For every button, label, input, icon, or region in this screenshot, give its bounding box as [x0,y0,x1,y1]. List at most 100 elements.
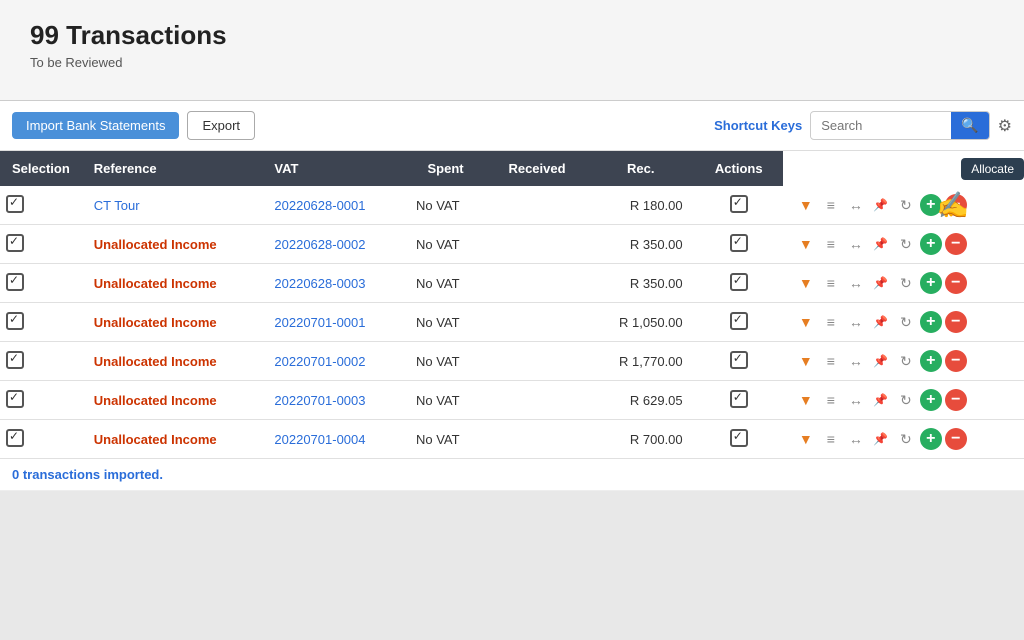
refresh-icon[interactable]: ↻ [895,350,917,372]
rec-checkbox[interactable] [730,273,748,291]
add-button[interactable]: + [920,350,942,372]
arrow-expand-icon[interactable]: ↔ [845,194,867,216]
row-checkbox[interactable] [6,312,24,330]
col-spent: Spent [404,151,487,186]
refresh-icon[interactable]: ↻ [895,194,917,216]
remove-button[interactable]: − [945,428,967,450]
chevron-down-icon[interactable]: ▼ [795,389,817,411]
refresh-icon[interactable]: ↻ [895,389,917,411]
action-buttons: ▼≡↔📌↻+− [795,272,1012,294]
paperclip-icon[interactable]: 📌 [870,428,892,450]
search-input[interactable] [811,113,951,138]
list-icon[interactable]: ≡ [820,389,842,411]
page-title: 99 Transactions [30,20,994,51]
rec-checkbox[interactable] [730,429,748,447]
transaction-reference[interactable]: 20220701-0002 [262,342,404,381]
paperclip-icon[interactable]: 📌 [870,311,892,333]
table-row: Unallocated Income20220701-0004No VATR 7… [0,420,1024,459]
transaction-reference[interactable]: 20220628-0003 [262,264,404,303]
transaction-reference[interactable]: 20220628-0001 [262,186,404,225]
table-row: Unallocated Income20220628-0002No VATR 3… [0,225,1024,264]
arrow-expand-icon[interactable]: ↔ [845,233,867,255]
paperclip-icon[interactable]: 📌 [870,389,892,411]
gear-icon[interactable]: ⚙ [998,116,1012,136]
transaction-label[interactable]: Unallocated Income [82,264,263,303]
transaction-label[interactable]: Unallocated Income [82,381,263,420]
remove-button[interactable]: − [945,350,967,372]
actions-cell: ▼≡↔📌↻+− [783,342,1024,381]
table-row: Unallocated Income20220628-0003No VATR 3… [0,264,1024,303]
add-button[interactable]: + [920,428,942,450]
paperclip-icon[interactable]: 📌 [870,272,892,294]
refresh-icon[interactable]: ↻ [895,272,917,294]
table-row: Unallocated Income20220701-0001No VATR 1… [0,303,1024,342]
paperclip-icon[interactable]: 📌 [870,194,892,216]
transaction-spent [487,381,587,420]
remove-button[interactable]: − [945,311,967,333]
chevron-down-icon[interactable]: ▼ [795,194,817,216]
transaction-label[interactable]: Unallocated Income [82,225,263,264]
remove-button[interactable]: − [945,389,967,411]
transactions-table: Selection Reference VAT Spent Received R… [0,151,1024,459]
rec-checkbox[interactable] [730,390,748,408]
row-checkbox[interactable] [6,429,24,447]
paperclip-icon[interactable]: 📌 [870,350,892,372]
rec-checkbox[interactable] [730,351,748,369]
transaction-label[interactable]: CT Tour [82,186,263,225]
import-bank-statements-button[interactable]: Import Bank Statements [12,112,179,139]
list-icon[interactable]: ≡ [820,272,842,294]
transaction-reference[interactable]: 20220628-0002 [262,225,404,264]
add-button[interactable]: + [920,272,942,294]
rec-checkbox[interactable] [730,195,748,213]
row-checkbox[interactable] [6,234,24,252]
transaction-label[interactable]: Unallocated Income [82,342,263,381]
refresh-icon[interactable]: ↻ [895,428,917,450]
transaction-label[interactable]: Unallocated Income [82,303,263,342]
transaction-reference[interactable]: 20220701-0003 [262,381,404,420]
arrow-expand-icon[interactable]: ↔ [845,272,867,294]
table-row: CT Tour20220628-0001No VATR 180.00▼≡↔📌↻+… [0,186,1024,225]
list-icon[interactable]: ≡ [820,428,842,450]
chevron-down-icon[interactable]: ▼ [795,428,817,450]
export-button[interactable]: Export [187,111,255,140]
list-icon[interactable]: ≡ [820,233,842,255]
transaction-received: R 629.05 [587,381,695,420]
add-button[interactable]: + [920,389,942,411]
list-icon[interactable]: ≡ [820,311,842,333]
selection-cell [0,225,82,264]
add-button[interactable]: + [920,311,942,333]
transaction-reference[interactable]: 20220701-0004 [262,420,404,459]
add-button[interactable]: + [920,233,942,255]
rec-cell [695,225,783,264]
action-buttons: ▼≡↔📌↻+− [795,311,1012,333]
arrow-expand-icon[interactable]: ↔ [845,389,867,411]
refresh-icon[interactable]: ↻ [895,233,917,255]
row-checkbox[interactable] [6,195,24,213]
chevron-down-icon[interactable]: ▼ [795,272,817,294]
list-icon[interactable]: ≡ [820,350,842,372]
transaction-spent [487,420,587,459]
transaction-label[interactable]: Unallocated Income [82,420,263,459]
search-button[interactable]: 🔍 [951,112,988,139]
remove-button[interactable]: − [945,272,967,294]
paperclip-icon[interactable]: 📌 [870,233,892,255]
chevron-down-icon[interactable]: ▼ [795,350,817,372]
arrow-expand-icon[interactable]: ↔ [845,428,867,450]
remove-button[interactable]: − [945,194,967,216]
chevron-down-icon[interactable]: ▼ [795,311,817,333]
refresh-icon[interactable]: ↻ [895,311,917,333]
rec-checkbox[interactable] [730,312,748,330]
remove-button[interactable]: − [945,233,967,255]
row-checkbox[interactable] [6,351,24,369]
arrow-expand-icon[interactable]: ↔ [845,311,867,333]
chevron-down-icon[interactable]: ▼ [795,233,817,255]
list-icon[interactable]: ≡ [820,194,842,216]
transaction-reference[interactable]: 20220701-0001 [262,303,404,342]
row-checkbox[interactable] [6,390,24,408]
add-button[interactable]: + [920,194,942,216]
transaction-received: R 1,770.00 [587,342,695,381]
row-checkbox[interactable] [6,273,24,291]
action-buttons: ▼≡↔📌↻+− [795,350,1012,372]
rec-checkbox[interactable] [730,234,748,252]
arrow-expand-icon[interactable]: ↔ [845,350,867,372]
